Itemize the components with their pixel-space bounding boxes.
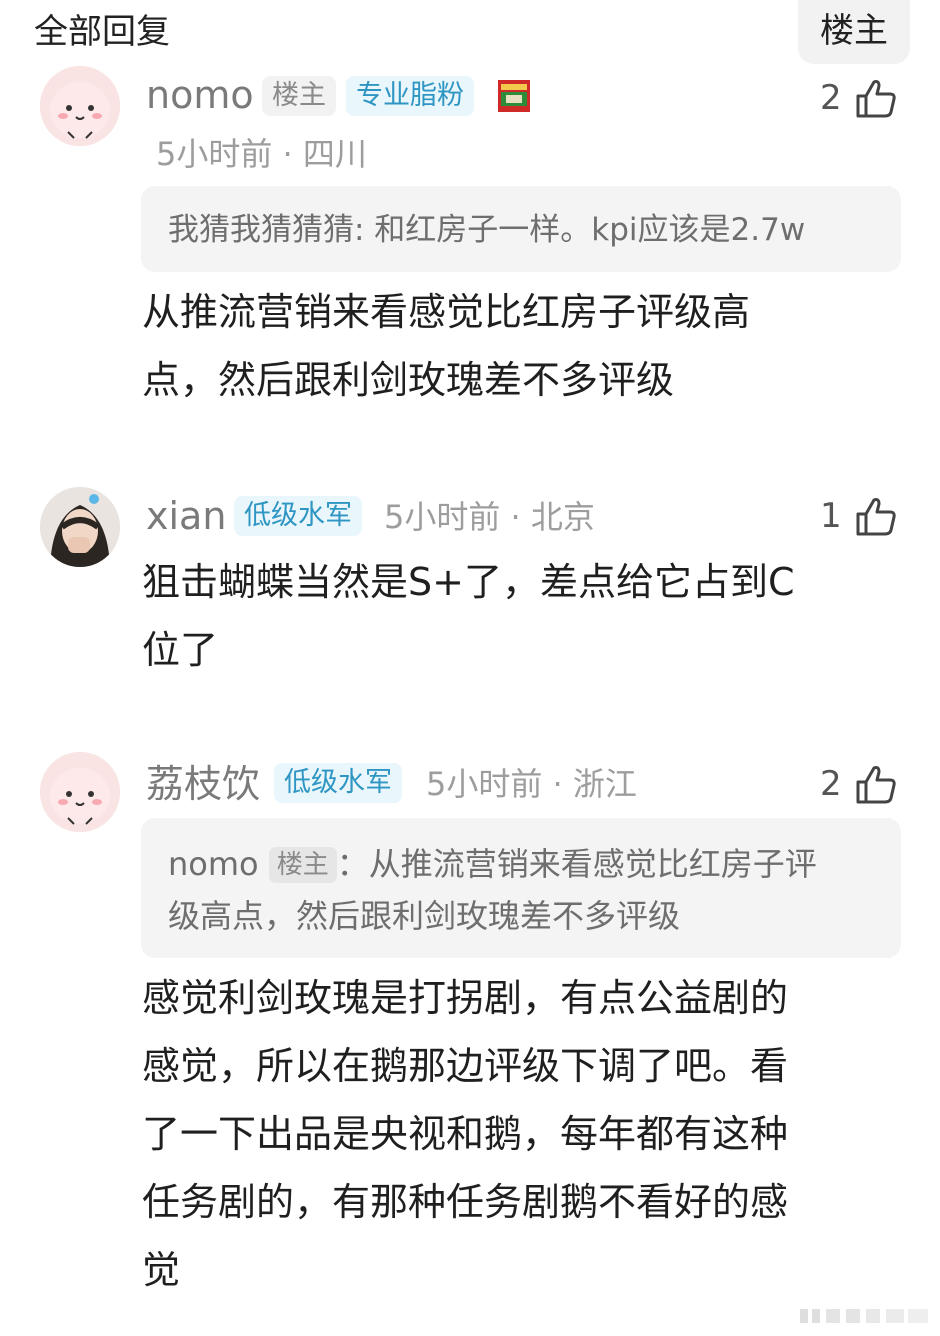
avatar[interactable] (40, 752, 120, 832)
comment-text: 感觉利剑玫瑰是打拐剧，有点公益剧的 感觉，所以在鹅那边评级下调了吧。看 了一下出… (142, 964, 887, 1304)
comment-text: 从推流营销来看感觉比红房子评级高 点，然后跟利剑玫瑰差不多评级 (142, 278, 887, 414)
comment-line: 感觉利剑玫瑰是打拐剧，有点公益剧的 (142, 976, 789, 1020)
quoted-reply[interactable]: nomo 楼主 ：从推流营销来看感觉比红房子评 级高点，然后跟利剑玫瑰差不多评级 (141, 818, 901, 958)
thumbs-up-icon (856, 498, 896, 536)
owner-only-button[interactable]: 楼主 (798, 0, 910, 64)
quote-line: ：从推流营销来看感觉比红房子评 (336, 845, 817, 883)
watermark-mark (800, 1309, 928, 1323)
quote-username: nomo (168, 845, 259, 883)
like-count: 1 (820, 496, 842, 536)
level-tag: 低级水军 (234, 496, 362, 536)
quote-line: 级高点，然后跟利剑玫瑰差不多评级 (168, 897, 681, 935)
fan-badge-icon (498, 80, 530, 112)
username[interactable]: nomo (146, 73, 254, 117)
like-button[interactable]: 2 (820, 74, 900, 122)
quote-text: nomo 楼主 ：从推流营销来看感觉比红房子评 级高点，然后跟利剑玫瑰差不多评级 (168, 838, 888, 942)
thumbs-up-icon (856, 766, 896, 804)
page-title: 全部回复 (34, 12, 170, 52)
comment-line: 任务剧的，有那种任务剧鹅不看好的感 (142, 1180, 789, 1224)
comment-line: 狙击蝴蝶当然是S+了，差点给它占到C (142, 560, 795, 604)
like-count: 2 (820, 764, 842, 804)
comment-meta: 5小时前 · 浙江 (426, 765, 637, 803)
owner-tag: 楼主 (262, 76, 336, 116)
username[interactable]: xian (146, 494, 226, 538)
level-tag: 低级水军 (274, 763, 402, 803)
reply-header: 全部回复 楼主 (0, 0, 940, 66)
level-tag: 专业脂粉 (346, 76, 474, 116)
avatar[interactable] (40, 66, 120, 146)
comment-line: 感觉，所以在鹅那边评级下调了吧。看 (142, 1044, 789, 1088)
like-count: 2 (820, 78, 842, 118)
comment-line: 觉 (142, 1248, 181, 1292)
username[interactable]: 荔枝饮 (146, 762, 260, 806)
avatar-peach-icon (40, 752, 120, 832)
comment-line: 点，然后跟利剑玫瑰差不多评级 (142, 358, 675, 402)
comment-text: 狙击蝴蝶当然是S+了，差点给它占到C 位了 (142, 548, 887, 684)
comment-line: 位了 (142, 628, 219, 672)
comment-line: 了一下出品是央视和鹅，每年都有这种 (142, 1112, 789, 1156)
comment-meta: 5小时前 · 四川 (156, 135, 367, 173)
avatar-photo-icon (40, 487, 120, 567)
comment-meta: 5小时前 · 北京 (384, 498, 595, 536)
comment-line: 从推流营销来看感觉比红房子评级高 (142, 290, 751, 334)
quote-text: 我猜我猜猜猜: 和红房子一样。kpi应该是2.7w (168, 212, 806, 248)
avatar[interactable] (40, 487, 120, 567)
owner-tag: 楼主 (268, 847, 337, 883)
thumbs-up-icon (856, 80, 896, 118)
like-button[interactable]: 1 (820, 492, 900, 540)
avatar-peach-icon (40, 66, 120, 146)
like-button[interactable]: 2 (820, 760, 900, 808)
quoted-reply[interactable]: 我猜我猜猜猜: 和红房子一样。kpi应该是2.7w (141, 186, 901, 272)
